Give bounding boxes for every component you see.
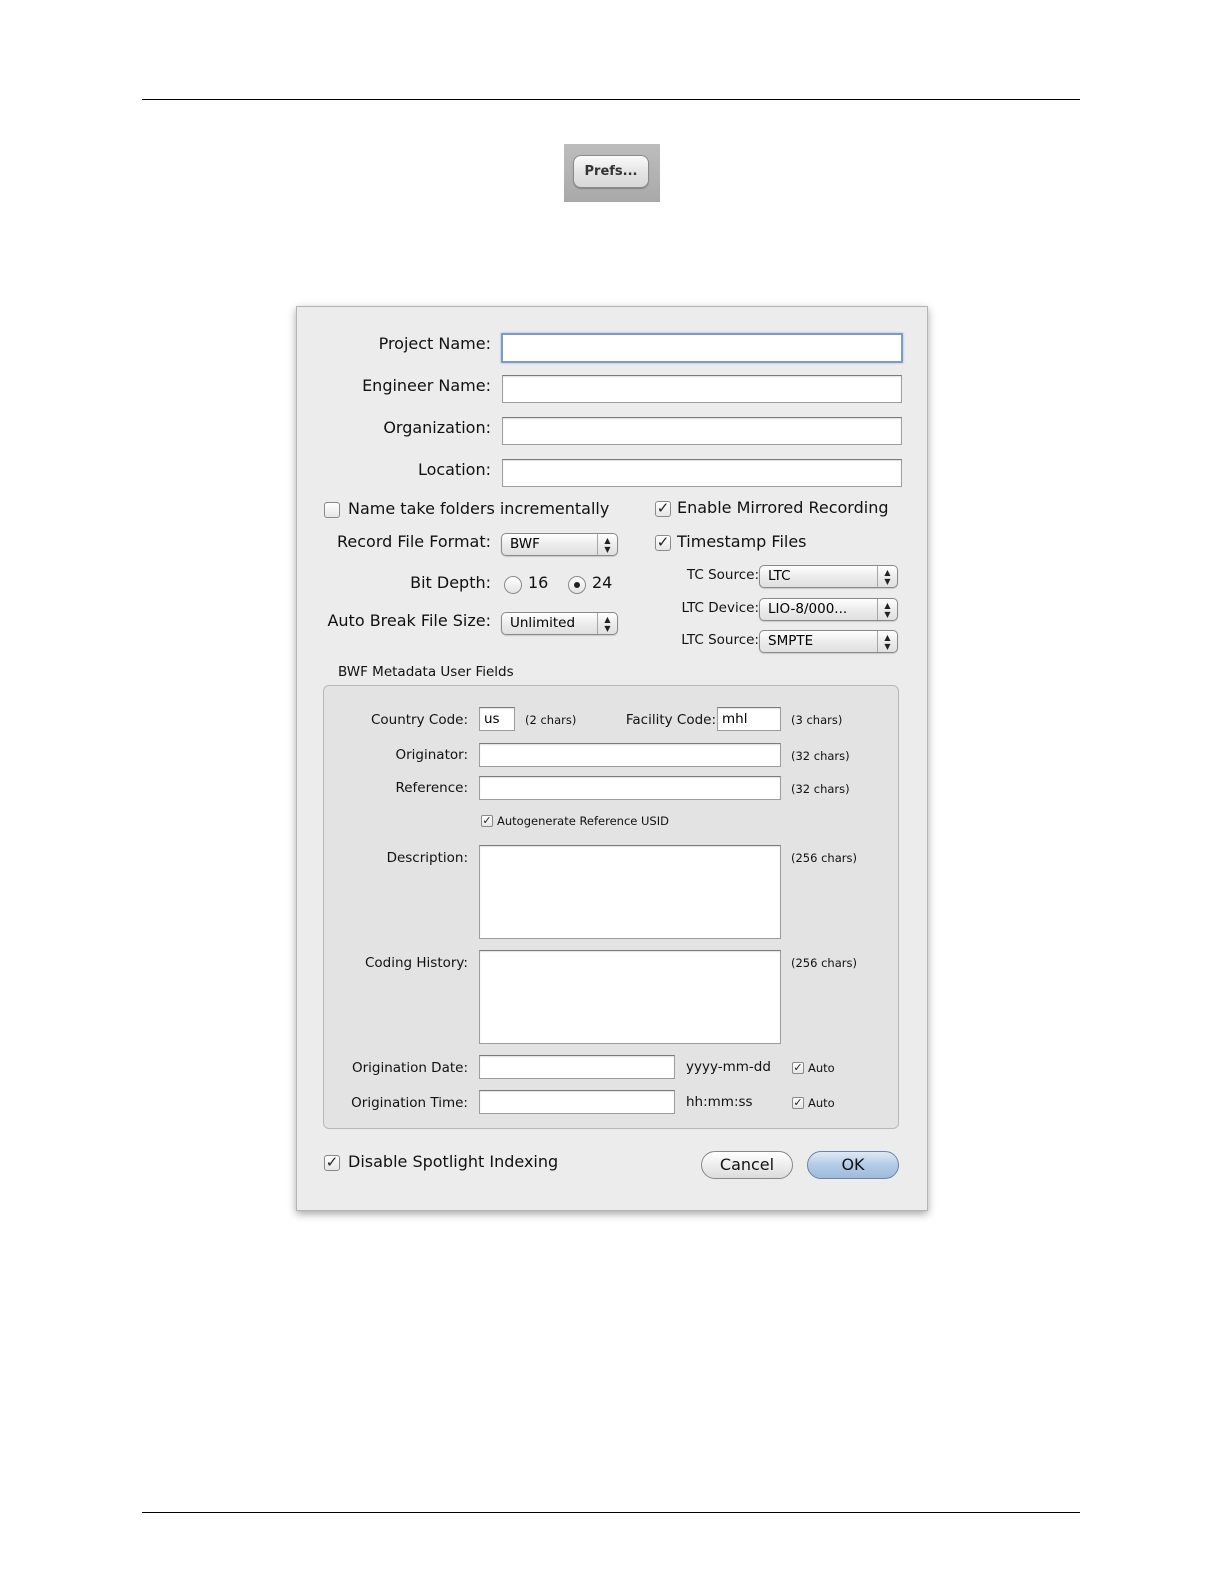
auto-break-label: Auto Break File Size: <box>327 611 491 630</box>
engineer-name-label: Engineer Name: <box>362 376 491 395</box>
location-label: Location: <box>417 460 491 479</box>
ok-button[interactable]: OK <box>807 1151 899 1179</box>
footer-rule <box>142 1512 1080 1513</box>
origination-time-label: Origination Time: <box>351 1095 468 1111</box>
bit-depth-16-label: 16 <box>528 573 549 592</box>
prefs-button[interactable]: Prefs... <box>573 155 649 188</box>
bwf-group-title: BWF Metadata User Fields <box>338 664 514 680</box>
originator-label: Originator: <box>395 747 469 763</box>
ltc-source-popup[interactable]: SMPTE ▲ ▼ <box>759 630 898 653</box>
origination-date-label: Origination Date: <box>351 1060 468 1076</box>
popup-arrows-icon: ▲ ▼ <box>597 534 617 555</box>
record-file-format-value: BWF <box>510 536 540 552</box>
coding-history-hint: (256 chars) <box>791 956 857 970</box>
tc-source-label: TC Source: <box>686 567 759 583</box>
facility-code-label: Facility Code: <box>625 712 716 728</box>
description-textarea[interactable] <box>479 845 781 939</box>
name-take-folders-label: Name take folders incrementally <box>348 499 610 518</box>
location-field[interactable] <box>502 459 902 487</box>
popup-arrows-icon: ▲ ▼ <box>597 613 617 634</box>
description-hint: (256 chars) <box>791 851 857 865</box>
description-label: Description: <box>386 850 468 866</box>
ltc-device-label: LTC Device: <box>681 600 759 616</box>
origination-date-format: yyyy-mm-dd <box>686 1059 771 1075</box>
originator-hint: (32 chars) <box>791 749 850 763</box>
auto-break-value: Unlimited <box>510 615 576 631</box>
ltc-source-value: SMPTE <box>768 633 814 649</box>
timestamp-files-checkbox[interactable]: ✓ <box>655 535 671 551</box>
reference-field[interactable] <box>479 776 781 800</box>
header-rule <box>142 99 1080 100</box>
ltc-source-label: LTC Source: <box>681 632 759 648</box>
origination-time-format: hh:mm:ss <box>686 1094 753 1110</box>
facility-code-field[interactable]: mhl <box>717 707 781 731</box>
reference-hint: (32 chars) <box>791 782 850 796</box>
preferences-dialog: Project Name: Engineer Name: Organizatio… <box>296 306 928 1211</box>
origination-date-auto-checkbox[interactable]: ✓ <box>792 1062 804 1074</box>
bit-depth-label: Bit Depth: <box>410 573 491 592</box>
cancel-button[interactable]: Cancel <box>701 1151 793 1179</box>
radio-selected-dot <box>574 582 580 588</box>
autogenerate-usid-checkbox[interactable]: ✓ <box>481 815 493 827</box>
country-code-field[interactable]: us <box>479 707 515 731</box>
origination-time-auto-checkbox[interactable]: ✓ <box>792 1097 804 1109</box>
coding-history-textarea[interactable] <box>479 950 781 1044</box>
tc-source-popup[interactable]: LTC ▲ ▼ <box>759 565 898 588</box>
origination-date-auto-label: Auto <box>808 1061 835 1075</box>
bit-depth-24-radio[interactable] <box>568 576 586 594</box>
bwf-metadata-group: Country Code: us (2 chars) Facility Code… <box>323 685 899 1129</box>
coding-history-label: Coding History: <box>364 955 468 971</box>
reference-label: Reference: <box>395 780 468 796</box>
timestamp-files-label: Timestamp Files <box>677 532 807 551</box>
ltc-device-value: LIO-8/000... <box>768 601 848 617</box>
organization-field[interactable] <box>502 417 902 445</box>
record-file-format-label: Record File Format: <box>337 532 491 551</box>
popup-arrows-icon: ▲ ▼ <box>877 631 897 652</box>
ltc-device-popup[interactable]: LIO-8/000... ▲ ▼ <box>759 598 898 621</box>
engineer-name-field[interactable] <box>502 375 902 403</box>
auto-break-popup[interactable]: Unlimited ▲ ▼ <box>501 612 618 635</box>
bit-depth-16-radio[interactable] <box>504 576 522 594</box>
bit-depth-24-label: 24 <box>592 573 613 592</box>
facility-code-hint: (3 chars) <box>791 713 843 727</box>
origination-time-auto-label: Auto <box>808 1096 835 1110</box>
name-take-folders-checkbox[interactable] <box>324 502 340 518</box>
origination-date-field[interactable] <box>479 1055 675 1079</box>
project-name-field[interactable] <box>501 333 903 363</box>
popup-arrows-icon: ▲ ▼ <box>877 599 897 620</box>
disable-spotlight-checkbox[interactable]: ✓ <box>324 1155 340 1171</box>
disable-spotlight-label: Disable Spotlight Indexing <box>348 1152 559 1171</box>
organization-label: Organization: <box>383 418 491 437</box>
country-code-hint: (2 chars) <box>525 713 577 727</box>
project-name-label: Project Name: <box>378 334 491 353</box>
country-code-label: Country Code: <box>370 712 468 728</box>
originator-field[interactable] <box>479 743 781 767</box>
tc-source-value: LTC <box>768 568 791 584</box>
popup-arrows-icon: ▲ ▼ <box>877 566 897 587</box>
enable-mirrored-checkbox[interactable]: ✓ <box>655 501 671 517</box>
origination-time-field[interactable] <box>479 1090 675 1114</box>
autogenerate-usid-label: Autogenerate Reference USID <box>497 814 669 828</box>
record-file-format-popup[interactable]: BWF ▲ ▼ <box>501 533 618 556</box>
enable-mirrored-label: Enable Mirrored Recording <box>677 498 889 517</box>
prefs-button-capture: Prefs... <box>564 144 660 202</box>
